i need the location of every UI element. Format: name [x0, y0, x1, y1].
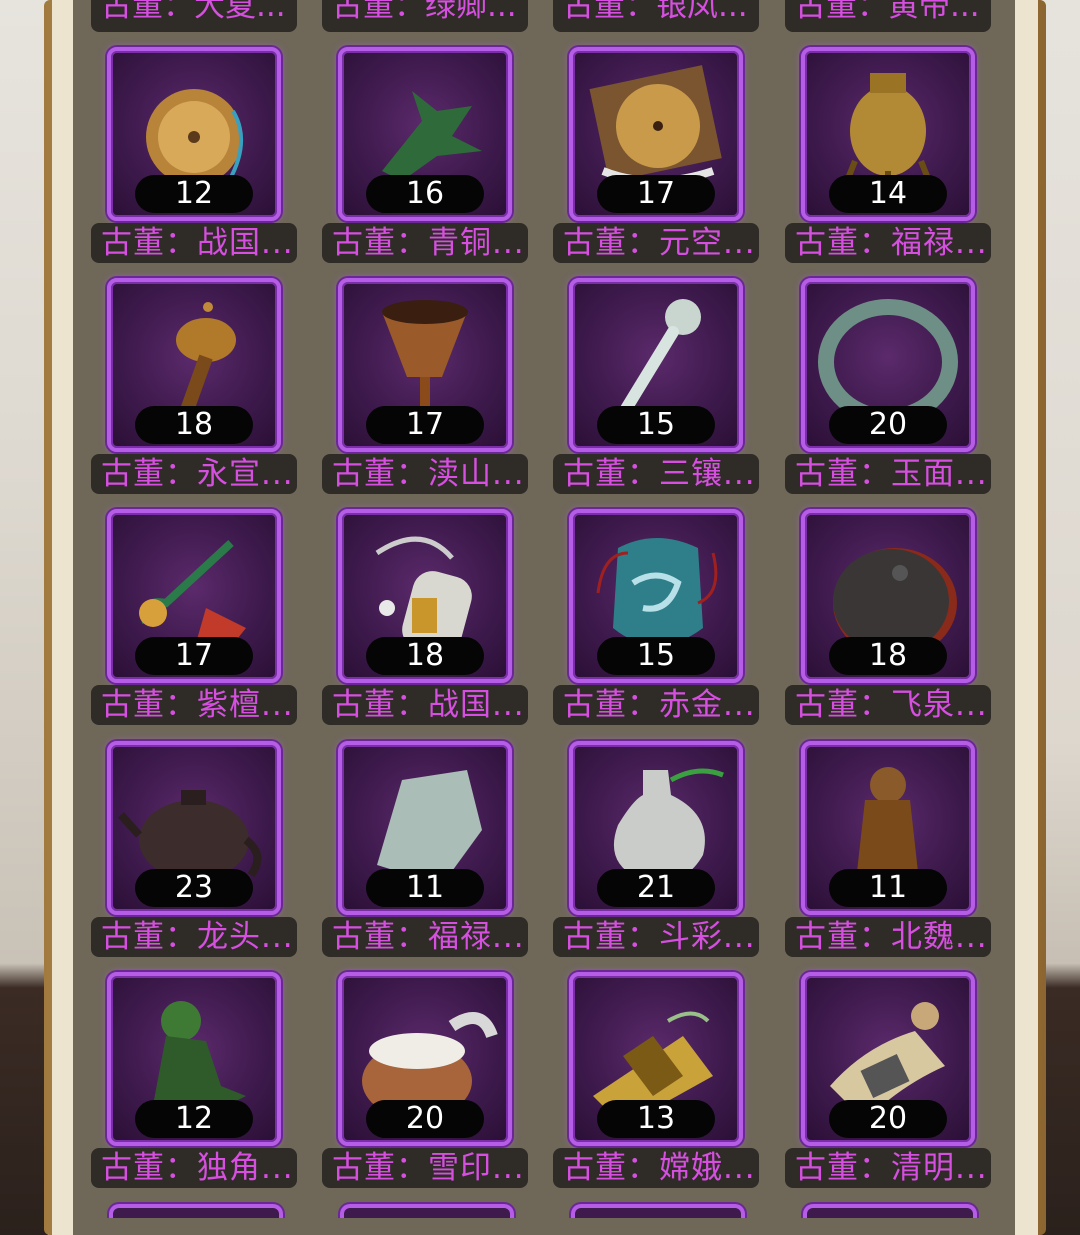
item-slot[interactable]: 12 [107, 47, 281, 221]
item-name-label[interactable]: 古董：紫檀... [91, 685, 297, 725]
item-cell[interactable]: 18 古董：飞泉... [785, 509, 995, 735]
item-count-badge: 18 [366, 637, 484, 675]
item-slot[interactable]: 16 [338, 47, 512, 221]
item-slot[interactable]: 12 [107, 972, 281, 1146]
item-cell[interactable]: 11 古董：北魏... [785, 741, 995, 967]
item-cell[interactable]: 15 古董：赤金... [553, 509, 763, 735]
item-count-badge: 13 [597, 1100, 715, 1138]
item-cell[interactable]: 23 古董：龙头... [91, 741, 301, 967]
item-name-label[interactable]: 古董：永宣... [91, 454, 297, 494]
item-slot[interactable]: 21 [569, 741, 743, 915]
item-name-label[interactable]: 古董：玉面... [785, 454, 991, 494]
item-cell[interactable]: 20 古董：清明... [785, 972, 995, 1198]
item-slot[interactable]: 23 [107, 741, 281, 915]
item-count-badge: 17 [135, 637, 253, 675]
item-name-label[interactable]: 古董：斗彩... [553, 917, 759, 957]
item-grid: 古董：大夏... 古董：绿卿... 古董：银凤... 古董：黄帝... 12 古董… [73, 0, 1015, 1218]
item-slot[interactable]: 15 [569, 509, 743, 683]
item-count-badge: 12 [135, 1100, 253, 1138]
item-cell[interactable]: 17 古董：紫檀... [91, 509, 301, 735]
item-count-badge: 23 [135, 869, 253, 907]
item-name-label[interactable]: 古董：绿卿... [322, 0, 528, 32]
item-slot[interactable]: 13 [569, 972, 743, 1146]
item-slot-partial[interactable] [571, 1204, 745, 1218]
item-slot[interactable]: 17 [338, 278, 512, 452]
item-slot[interactable]: 17 [569, 47, 743, 221]
item-count-badge: 17 [366, 406, 484, 444]
item-slot[interactable]: 11 [338, 741, 512, 915]
item-name-label[interactable]: 古董：青铜... [322, 223, 528, 263]
item-name-label[interactable]: 古董：黄帝... [785, 0, 991, 32]
item-name-label[interactable]: 古董：福禄... [322, 917, 528, 957]
item-slot[interactable]: 14 [801, 47, 975, 221]
item-slot-partial[interactable] [340, 1204, 514, 1218]
item-slot[interactable]: 15 [569, 278, 743, 452]
item-cell[interactable]: 16 古董：青铜... [322, 47, 532, 273]
item-cell[interactable]: 20 古董：玉面... [785, 278, 995, 504]
item-count-badge: 14 [829, 175, 947, 213]
item-cell[interactable]: 12 古董：战国... [91, 47, 301, 273]
background-right [1040, 0, 1080, 1235]
item-count-badge: 17 [597, 175, 715, 213]
item-cell[interactable]: 21 古董：斗彩... [553, 741, 763, 967]
item-name-label[interactable]: 古董：战国... [322, 685, 528, 725]
item-cell[interactable]: 17 古董：元空... [553, 47, 763, 273]
item-name-label[interactable]: 古董：三镶... [553, 454, 759, 494]
item-slot[interactable]: 18 [338, 509, 512, 683]
background-left [0, 0, 48, 1235]
item-cell[interactable]: 12 古董：独角... [91, 972, 301, 1198]
item-slot[interactable]: 18 [107, 278, 281, 452]
item-count-badge: 11 [829, 869, 947, 907]
item-name-label[interactable]: 古董：清明... [785, 1148, 991, 1188]
item-count-badge: 20 [366, 1100, 484, 1138]
item-count-badge: 11 [366, 869, 484, 907]
item-name-label[interactable]: 古董：银凤... [553, 0, 759, 32]
item-count-badge: 15 [597, 406, 715, 444]
item-name-label[interactable]: 古董：龙头... [91, 917, 297, 957]
item-name-label[interactable]: 古董：战国... [91, 223, 297, 263]
item-slot[interactable]: 20 [338, 972, 512, 1146]
item-count-badge: 20 [829, 1100, 947, 1138]
item-cell[interactable]: 18 古董：永宣... [91, 278, 301, 504]
item-cell[interactable]: 13 古董：嫦娥... [553, 972, 763, 1198]
item-name-label[interactable]: 古董：福禄... [785, 223, 991, 263]
item-cell[interactable]: 11 古董：福禄... [322, 741, 532, 967]
item-cell[interactable]: 18 古董：战国... [322, 509, 532, 735]
item-slot[interactable]: 11 [801, 741, 975, 915]
item-slot[interactable]: 20 [801, 278, 975, 452]
item-name-label[interactable]: 古董：渎山... [322, 454, 528, 494]
item-name-label[interactable]: 古董：嫦娥... [553, 1148, 759, 1188]
item-cell[interactable]: 17 古董：渎山... [322, 278, 532, 504]
item-slot[interactable]: 20 [801, 972, 975, 1146]
item-name-label[interactable]: 古董：元空... [553, 223, 759, 263]
item-count-badge: 16 [366, 175, 484, 213]
item-slot-partial[interactable] [109, 1204, 283, 1218]
item-count-badge: 15 [597, 637, 715, 675]
item-name-label[interactable]: 古董：赤金... [553, 685, 759, 725]
item-slot-partial[interactable] [803, 1204, 977, 1218]
item-slot[interactable]: 17 [107, 509, 281, 683]
item-slot[interactable]: 18 [801, 509, 975, 683]
item-count-badge: 18 [829, 637, 947, 675]
item-name-label[interactable]: 古董：北魏... [785, 917, 991, 957]
item-cell[interactable]: 15 古董：三镶... [553, 278, 763, 504]
item-name-label[interactable]: 古董：大夏... [91, 0, 297, 32]
item-cell[interactable]: 20 古董：雪印... [322, 972, 532, 1198]
item-count-badge: 21 [597, 869, 715, 907]
item-count-badge: 18 [135, 406, 253, 444]
item-name-label[interactable]: 古董：独角... [91, 1148, 297, 1188]
item-name-label[interactable]: 古董：雪印... [322, 1148, 528, 1188]
item-name-label[interactable]: 古董：飞泉... [785, 685, 991, 725]
item-count-badge: 20 [829, 406, 947, 444]
item-count-badge: 12 [135, 175, 253, 213]
item-cell[interactable]: 14 古董：福禄... [785, 47, 995, 273]
